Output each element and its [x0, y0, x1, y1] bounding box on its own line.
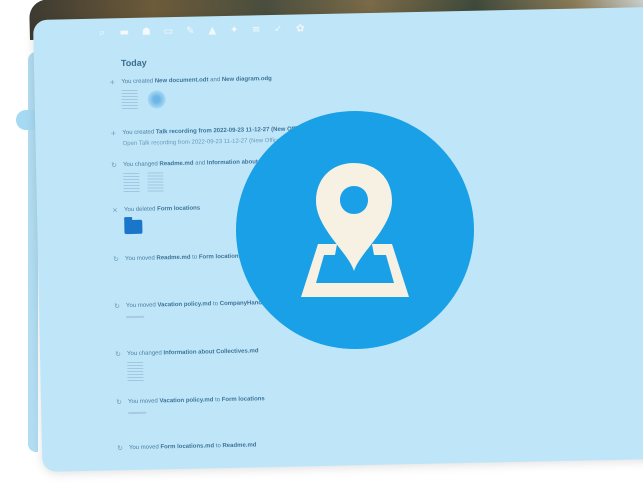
file-preview-line — [128, 411, 147, 415]
created-icon: + — [109, 78, 116, 87]
lock-icon[interactable]: ▲ — [201, 22, 223, 38]
moved-icon: ↻ — [113, 302, 121, 311]
people-icon[interactable]: ☗ — [135, 23, 157, 39]
moved-icon: ↻ — [116, 444, 124, 453]
calendar-icon[interactable]: ▭ — [157, 23, 179, 39]
file-link[interactable]: Readme.md — [159, 161, 193, 168]
search-icon[interactable]: ⌕ — [91, 24, 113, 40]
file-link[interactable]: New diagram.odg — [222, 76, 272, 83]
activity-text: You moved Vacation policy.md to Form loc… — [127, 396, 265, 406]
file-link[interactable]: Readme.md — [222, 442, 256, 449]
activity-item: ↻ You moved Form locations.md to Readme.… — [116, 436, 536, 453]
moved-icon: ↻ — [113, 255, 120, 264]
map-location-pin-icon — [301, 163, 409, 297]
activity-item: ↻ You moved Vacation policy.md to Form l… — [115, 390, 535, 415]
app-toolbar: ⌕ ▬ ☗ ▭ ✎ ▲ ✦ ≡ ✓ ✿ — [91, 19, 311, 42]
pen-icon[interactable]: ✎ — [179, 22, 201, 38]
files-icon[interactable]: ▬ — [113, 24, 135, 40]
document-preview[interactable] — [127, 361, 144, 383]
document-preview[interactable] — [123, 172, 140, 194]
file-link[interactable]: Form locations.md — [160, 443, 214, 450]
star-icon[interactable]: ✦ — [223, 22, 245, 38]
folder-icon[interactable] — [124, 219, 143, 235]
created-icon: + — [110, 129, 117, 138]
changed-icon: ↻ — [114, 350, 122, 359]
document-preview[interactable] — [121, 89, 138, 111]
file-link[interactable]: Information about Collectives.md — [163, 348, 258, 356]
activity-heading: Today — [120, 57, 147, 69]
changed-icon: ↻ — [111, 161, 118, 170]
activity-text: You created New document.odt and New dia… — [121, 76, 272, 86]
file-previews — [121, 82, 528, 111]
activity-text: You deleted Form locations — [123, 205, 201, 214]
activity-text: You moved Form locations.md to Readme.md — [128, 442, 257, 452]
activity-text: You changed Information about Collective… — [126, 348, 259, 358]
document-preview[interactable] — [147, 172, 164, 193]
check-icon[interactable]: ✓ — [267, 21, 289, 37]
file-link[interactable]: Form locations — [157, 206, 200, 213]
file-previews — [127, 354, 534, 383]
file-preview-line — [126, 315, 145, 319]
file-link[interactable]: New document.odt — [155, 77, 209, 84]
file-link[interactable]: Form locations — [222, 396, 265, 403]
activity-item: + You created New document.odt and New d… — [108, 70, 529, 111]
file-link[interactable]: Vacation policy.md — [157, 301, 211, 308]
map-badge — [236, 111, 474, 349]
moved-icon: ↻ — [116, 398, 123, 407]
pin-icon[interactable]: ✿ — [289, 20, 311, 36]
diagram-preview[interactable] — [145, 89, 168, 110]
file-link[interactable]: Readme.md — [156, 255, 190, 262]
file-link[interactable]: Vacation policy.md — [159, 397, 213, 404]
deleted-icon: × — [111, 206, 119, 215]
activity-text: You moved Readme.md to Form locations.md — [124, 253, 253, 263]
grid-icon[interactable]: ≡ — [245, 21, 267, 37]
